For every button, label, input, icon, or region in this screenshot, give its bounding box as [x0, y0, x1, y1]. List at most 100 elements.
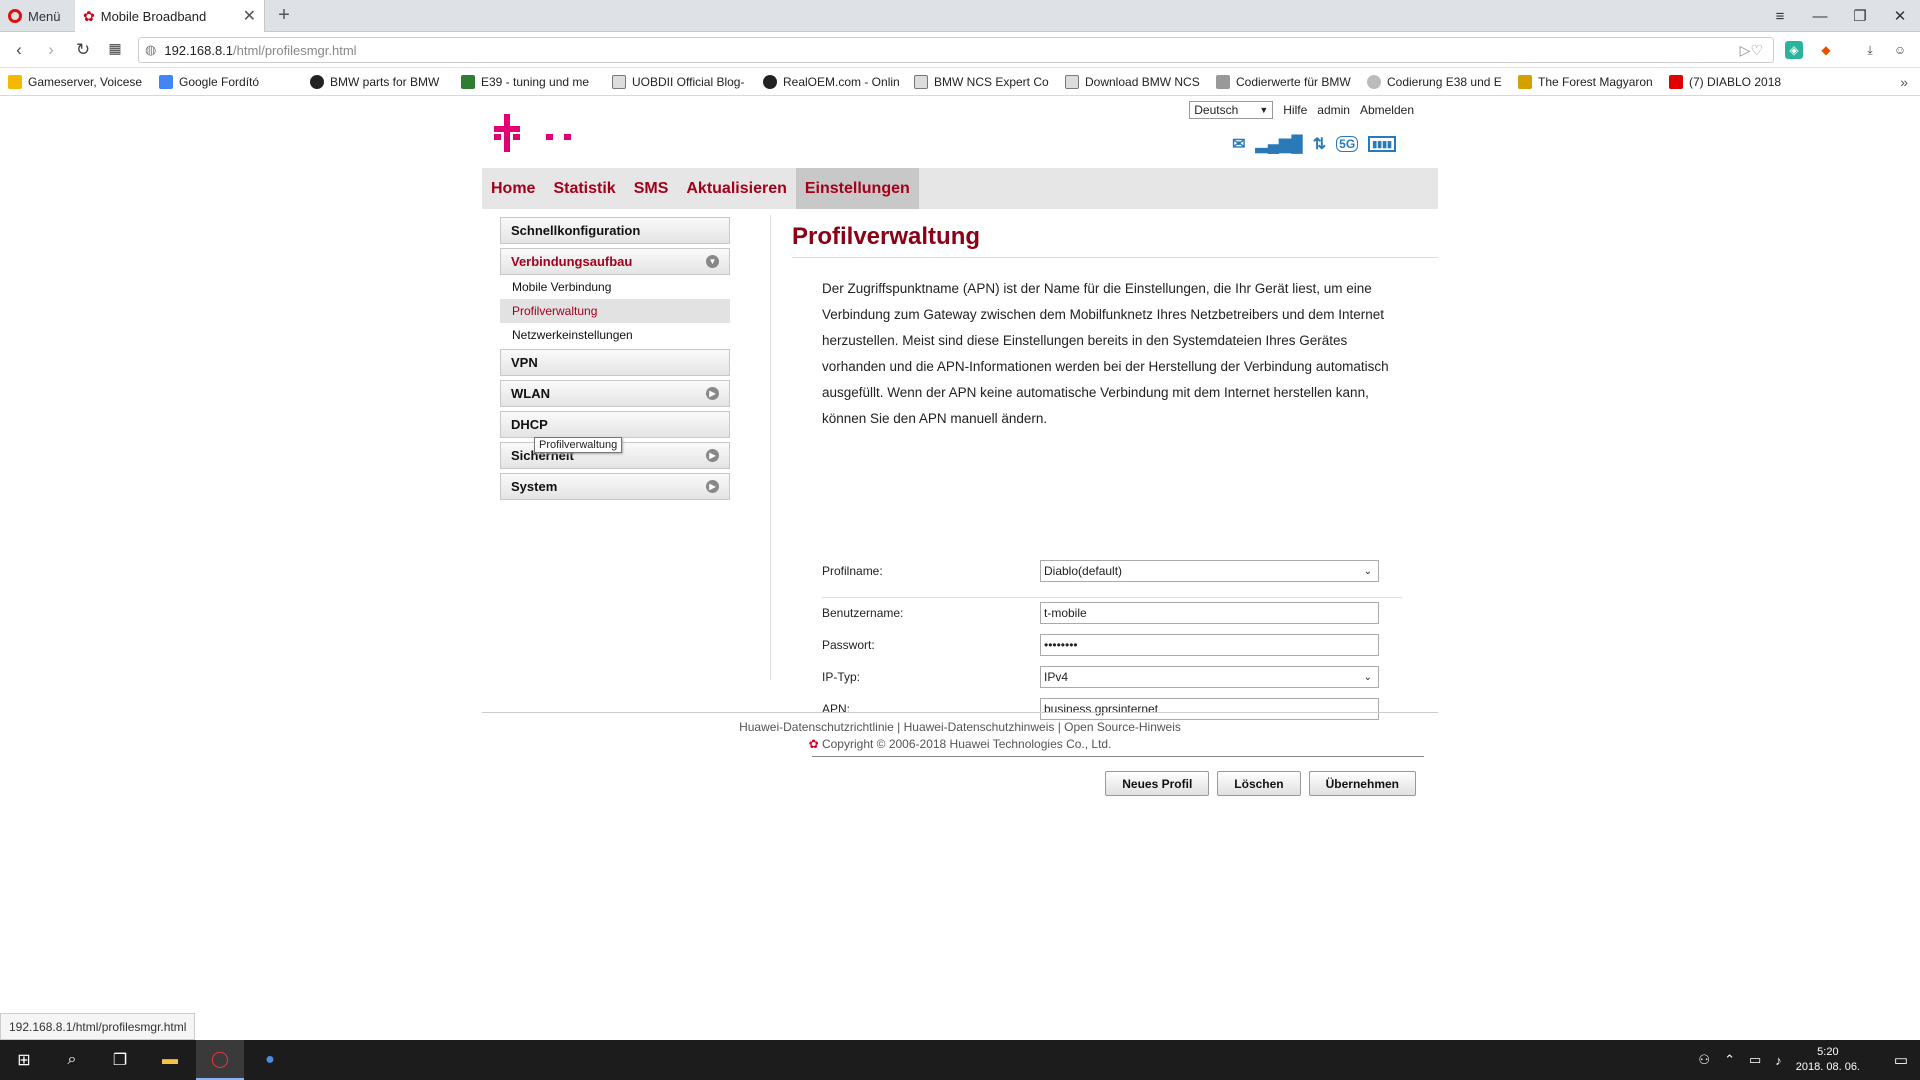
tab-statistik[interactable]: Statistik: [544, 168, 624, 209]
url-path: /html/profilesmgr.html: [233, 42, 357, 58]
bookmark-item[interactable]: Google Fordító: [159, 74, 310, 89]
bookmark-favicon-icon: [461, 74, 475, 89]
close-window-icon[interactable]: ✕: [1880, 0, 1920, 32]
help-link[interactable]: Hilfe: [1283, 103, 1307, 117]
forward-icon[interactable]: ›: [40, 40, 62, 60]
sidebar-item-dhcp[interactable]: DHCP: [500, 411, 730, 438]
notification-icon[interactable]: ▭: [1894, 1051, 1908, 1069]
chevron-right-icon: ▶: [706, 480, 719, 493]
minimize-icon[interactable]: —: [1800, 0, 1840, 32]
privacy-policy-link[interactable]: Huawei-Datenschutzrichtlinie: [739, 720, 894, 734]
bookmark-item[interactable]: The Forest Magyaron: [1518, 74, 1669, 89]
data-transfer-icon: ⇅: [1312, 136, 1327, 153]
divider: [822, 597, 1402, 598]
bookmark-heart-icon[interactable]: ▷♡: [1740, 42, 1763, 59]
main-content: Profilverwaltung Der Zugriffspunktname (…: [792, 215, 1438, 796]
folder-icon: [1216, 74, 1230, 89]
clock[interactable]: 5:20 2018. 08. 06.: [1796, 1045, 1860, 1075]
sidebar-item-vpn[interactable]: VPN: [500, 349, 730, 376]
apply-button[interactable]: Übernehmen: [1308, 771, 1416, 796]
qbittorrent-icon[interactable]: ●: [246, 1040, 294, 1080]
network-icon[interactable]: ▭: [1749, 1052, 1761, 1068]
new-profile-button[interactable]: Neues Profil: [1105, 771, 1210, 796]
bookmark-favicon-icon: [1367, 74, 1381, 89]
account-icon[interactable]: ☺: [1891, 41, 1909, 59]
task-view-icon[interactable]: ❐: [96, 1040, 144, 1080]
back-icon[interactable]: ‹: [8, 40, 30, 60]
privacy-notice-link[interactable]: Huawei-Datenschutzhinweis: [904, 720, 1055, 734]
tab-sms[interactable]: SMS: [625, 168, 678, 209]
search-icon[interactable]: ⌕: [48, 1040, 96, 1080]
close-tab-icon[interactable]: ✕: [243, 6, 256, 26]
volume-icon[interactable]: ♪: [1775, 1053, 1782, 1068]
opera-menu-label: Menü: [28, 8, 61, 24]
download-icon[interactable]: ⤓: [1861, 41, 1879, 59]
bookmark-item[interactable]: Codierwerte für BMW: [1216, 74, 1367, 89]
chevron-down-icon: ▼: [706, 255, 719, 268]
username-label: Benutzername:: [822, 606, 904, 620]
bookmark-item[interactable]: BMW NCS Expert Co: [914, 74, 1065, 89]
sidebar-item-system[interactable]: System ▶: [500, 473, 730, 500]
bookmark-favicon-icon: [159, 74, 173, 89]
sidebar-sub-netzwerkeinstellungen[interactable]: Netzwerkeinstellungen: [500, 323, 730, 347]
username-row: Benutzername: t-mobile: [822, 602, 1382, 624]
bookmark-item[interactable]: Download BMW NCS: [1065, 74, 1216, 89]
show-hidden-icons-icon[interactable]: ⌃: [1724, 1052, 1735, 1068]
language-select[interactable]: Deutsch ▼: [1189, 101, 1274, 119]
address-bar[interactable]: ◍ 192.168.8.1/html/profilesmgr.html ▷♡: [138, 37, 1774, 63]
logout-link[interactable]: Abmelden: [1360, 103, 1414, 117]
extension-icon[interactable]: ◆: [1817, 41, 1835, 59]
windows-start-icon[interactable]: ⊞: [0, 1040, 48, 1080]
sidebar-item-verbindungsaufbau[interactable]: Verbindungsaufbau ▼: [500, 248, 730, 275]
new-tab-button[interactable]: +: [274, 4, 294, 27]
tooltip: Profilverwaltung: [534, 437, 623, 453]
more-bookmarks-icon[interactable]: »: [1900, 74, 1908, 90]
apn-input[interactable]: business.gprsinternet: [1040, 698, 1379, 720]
description-text: Der Zugriffspunktname (APN) ist der Name…: [822, 281, 1389, 426]
sidebar-sub-profilverwaltung[interactable]: Profilverwaltung: [500, 299, 730, 323]
signal-strength-icon: ▂▄▆█: [1255, 136, 1303, 153]
reload-icon[interactable]: ↻: [72, 40, 94, 60]
password-input[interactable]: ••••••••: [1040, 634, 1379, 656]
tab-aktualisieren[interactable]: Aktualisieren: [677, 168, 795, 209]
opera-logo-icon: [8, 9, 22, 23]
open-source-link[interactable]: Open Source-Hinweis: [1064, 720, 1181, 734]
iptype-select[interactable]: IPv4 ⌄: [1040, 666, 1379, 688]
bookmark-item[interactable]: BMW parts for BMW: [310, 74, 461, 89]
tab-menu-icon[interactable]: ≡: [1760, 0, 1800, 32]
bookmark-item[interactable]: (7) DIABLO 2018: [1669, 74, 1820, 89]
chevron-right-icon: ▶: [706, 449, 719, 462]
user-link[interactable]: admin: [1317, 103, 1350, 117]
tab-home[interactable]: Home: [482, 168, 544, 209]
bookmark-item[interactable]: RealOEM.com - Onlin: [763, 74, 914, 89]
page-title: Profilverwaltung: [792, 215, 1438, 258]
username-input[interactable]: t-mobile: [1040, 602, 1379, 624]
restore-icon[interactable]: ❐: [1840, 0, 1880, 32]
profile-select[interactable]: Diablo(default) ⌄: [1040, 560, 1379, 582]
sidebar-item-schnellkonfiguration[interactable]: Schnellkonfiguration: [500, 217, 730, 244]
speed-dial-icon[interactable]: ▦: [104, 40, 126, 57]
iptype-label: IP-Typ:: [822, 670, 861, 684]
vpn-extension-icon[interactable]: ◈: [1785, 41, 1803, 59]
router-page: Deutsch ▼ Hilfe admin Abmelden ✉ ▂▄▆█ ⇅ 5…: [0, 97, 1920, 1040]
footer: Huawei-Datenschutzrichtlinie | Huawei-Da…: [739, 720, 1181, 751]
status-url: 192.168.8.1/html/profilesmgr.html: [0, 1013, 196, 1040]
bookmark-favicon-icon: [8, 74, 22, 89]
bookmark-item[interactable]: Codierung E38 und E: [1367, 74, 1518, 89]
opera-menu-button[interactable]: Menü: [8, 7, 61, 25]
sidebar-sub-mobile-verbindung[interactable]: Mobile Verbindung: [500, 275, 730, 299]
browser-tab[interactable]: ✿ Mobile Broadband ✕: [75, 0, 265, 32]
opera-taskbar-icon[interactable]: ◯: [196, 1040, 244, 1080]
profile-label: Profilname:: [822, 564, 883, 578]
delete-button[interactable]: Löschen: [1217, 771, 1301, 796]
bookmark-item[interactable]: UOBDII Official Blog-: [612, 74, 763, 89]
people-icon[interactable]: ⚇: [1698, 1052, 1710, 1068]
bookmark-item[interactable]: Gameserver, Voicese: [8, 74, 159, 89]
bookmark-item[interactable]: E39 - tuning und me: [461, 74, 612, 89]
url-host: 192.168.8.1: [164, 42, 234, 58]
tab-einstellungen[interactable]: Einstellungen: [795, 168, 919, 209]
file-explorer-icon[interactable]: ▬: [146, 1040, 194, 1080]
bookmarks-bar: Gameserver, Voicese Google Fordító BMW p…: [0, 68, 1920, 96]
sidebar-item-wlan[interactable]: WLAN ▶: [500, 380, 730, 407]
mail-icon[interactable]: ✉: [1232, 134, 1245, 154]
